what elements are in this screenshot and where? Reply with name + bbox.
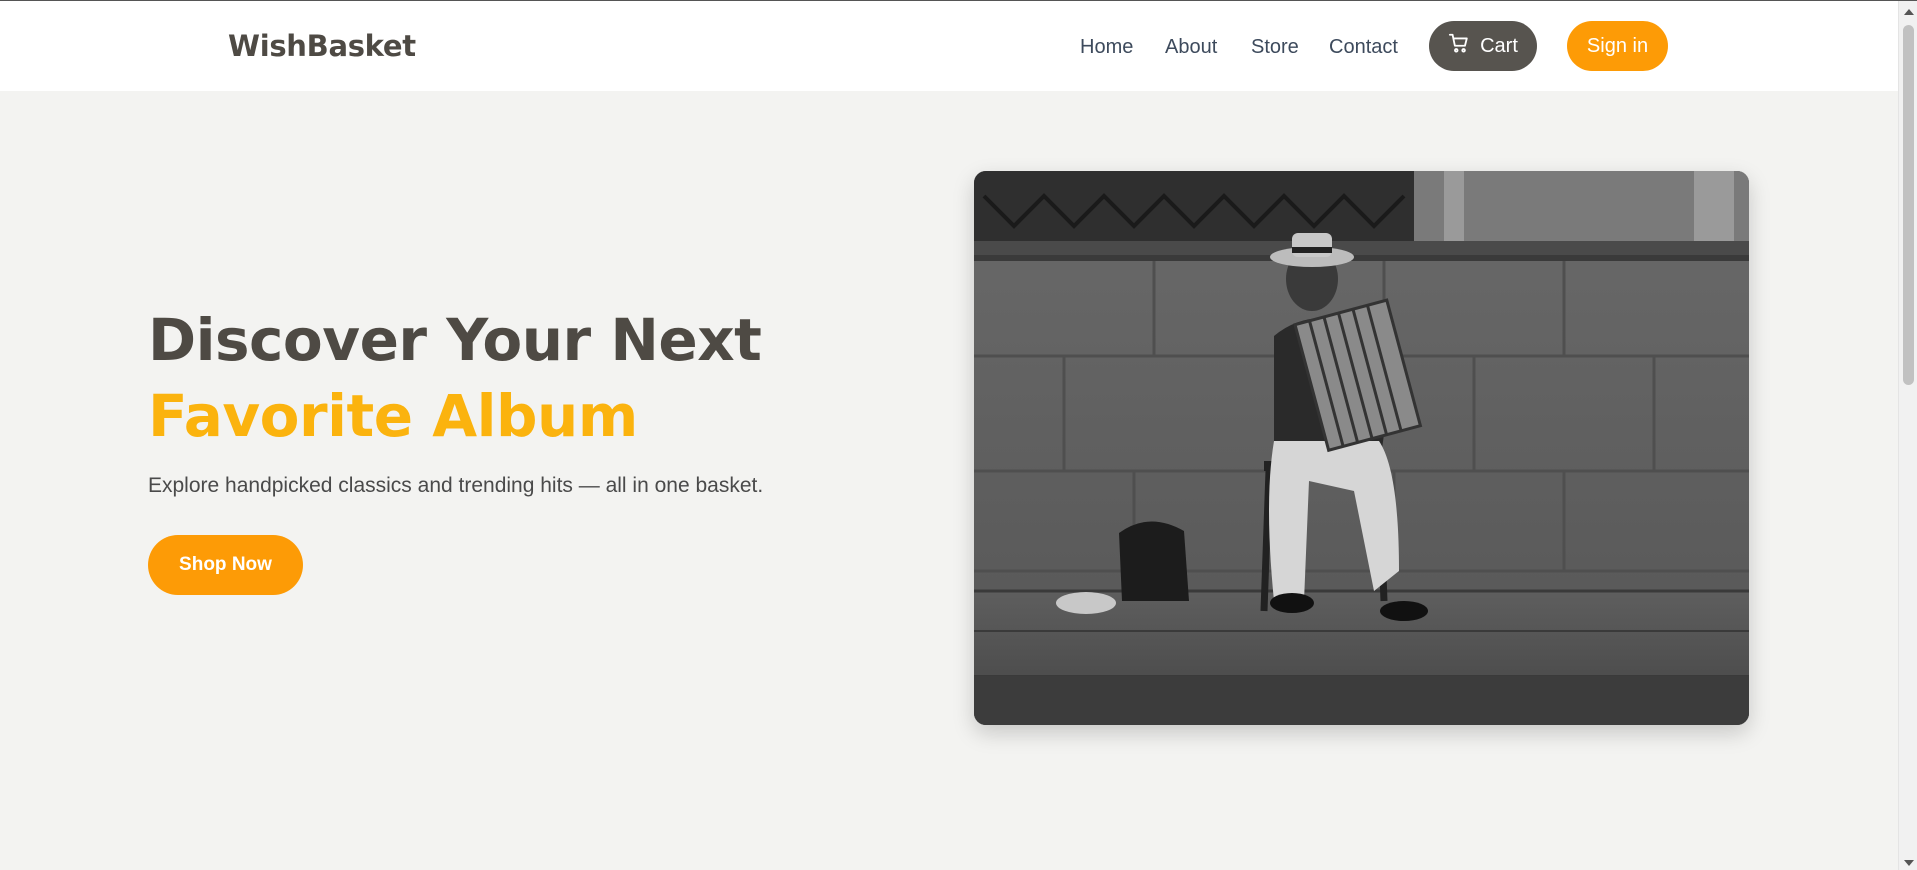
- hero-title-line2: Favorite Album: [148, 382, 638, 450]
- hero-image: [974, 171, 1749, 725]
- page: WishBasket Home About Store Contact Cart…: [0, 0, 1917, 870]
- sign-in-button[interactable]: Sign in: [1567, 21, 1668, 71]
- cart-label: Cart: [1480, 34, 1518, 57]
- nav-store-link[interactable]: Store: [1251, 36, 1299, 59]
- brand-logo[interactable]: WishBasket: [228, 29, 416, 63]
- accordion-player-photo: [974, 171, 1749, 725]
- vertical-scrollbar[interactable]: [1898, 1, 1917, 870]
- site-header: WishBasket Home About Store Contact Cart…: [0, 1, 1898, 91]
- nav-home-link[interactable]: Home: [1080, 36, 1133, 59]
- scroll-down-arrow-icon[interactable]: [1904, 860, 1914, 866]
- hero-title-line1: Discover Your Next: [148, 306, 762, 374]
- scroll-up-arrow-icon[interactable]: [1904, 9, 1914, 15]
- scrollbar-thumb[interactable]: [1903, 25, 1914, 385]
- shopping-cart-icon: [1448, 32, 1470, 60]
- shop-now-button[interactable]: Shop Now: [148, 535, 303, 595]
- cart-button[interactable]: Cart: [1429, 21, 1537, 71]
- hero-title: Discover Your Next Favorite Album: [148, 302, 762, 454]
- nav-contact-link[interactable]: Contact: [1329, 36, 1398, 59]
- nav-about-link[interactable]: About: [1165, 36, 1217, 59]
- hero-subtitle: Explore handpicked classics and trending…: [148, 474, 764, 497]
